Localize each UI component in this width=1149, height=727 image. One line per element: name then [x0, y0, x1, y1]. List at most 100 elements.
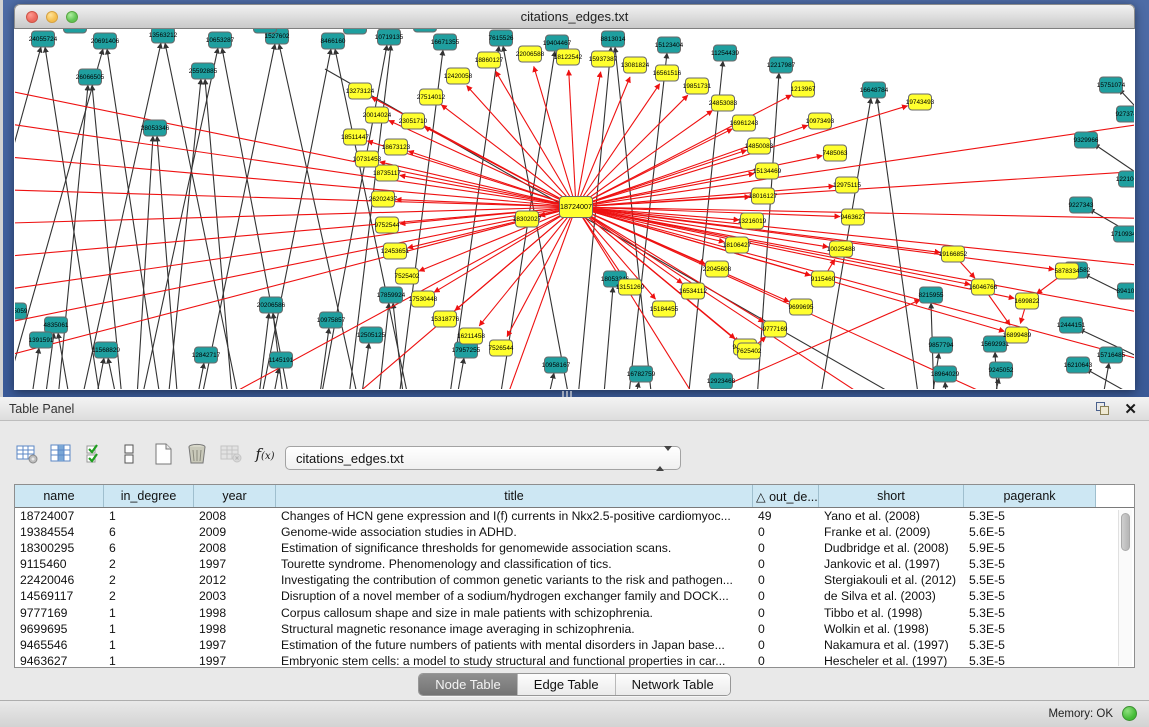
graph-node[interactable]: 13081824	[621, 57, 650, 73]
function-builder-icon[interactable]: f(x)	[248, 439, 282, 469]
graph-node[interactable]: 13216019	[738, 213, 767, 229]
graph-node[interactable]: 16534112	[679, 283, 707, 299]
graph-node[interactable]: 9857794	[929, 337, 954, 353]
table-row[interactable]: 969969511998Structural magnetic resonanc…	[15, 621, 1134, 637]
graph-node[interactable]: 10975857	[317, 312, 346, 328]
graph-node[interactable]: 18673123	[382, 139, 411, 155]
graph-node[interactable]: 19743493	[906, 94, 935, 110]
memory-gc-button[interactable]	[1122, 706, 1137, 721]
graph-node[interactable]: 12453651	[381, 243, 410, 259]
graph-node[interactable]: 16961243	[730, 115, 759, 131]
graph-node[interactable]: 9273744	[1116, 106, 1134, 122]
graph-node[interactable]: 11568829	[92, 342, 120, 358]
graph-node[interactable]: 8215955	[919, 287, 944, 303]
graph-node[interactable]: 18724007	[560, 197, 593, 218]
graph-node[interactable]: 18735117	[373, 165, 401, 181]
graph-node[interactable]: 1391591	[29, 332, 54, 348]
graph-node[interactable]: 15184455	[650, 301, 679, 317]
graph-node[interactable]: 12420058	[444, 68, 473, 84]
graph-node[interactable]: 9115460	[811, 271, 836, 287]
table-row[interactable]: 946362711997Embryonic stem cells: a mode…	[15, 653, 1134, 668]
graph-node[interactable]: 9227343	[1069, 197, 1094, 213]
graph-node[interactable]: 18511447	[341, 129, 369, 145]
graph-node[interactable]: 17859924	[377, 287, 406, 303]
graph-node[interactable]: 14850083	[745, 138, 774, 154]
graph-node[interactable]: 15276021	[341, 29, 370, 34]
graph-node[interactable]: 15123404	[655, 37, 684, 53]
graph-node[interactable]: 17530448	[409, 291, 438, 307]
scrollbar-thumb[interactable]	[1121, 513, 1130, 551]
graph-node[interactable]: 10653287	[206, 32, 235, 48]
graph-node[interactable]: 20014024	[363, 107, 392, 123]
graph-node[interactable]: 24853083	[709, 95, 738, 111]
table-row[interactable]: 946554611997Estimation of the future num…	[15, 637, 1134, 653]
graph-node[interactable]: 19166852	[939, 246, 968, 262]
table-row[interactable]: 2242004622012Investigating the contribut…	[15, 572, 1134, 588]
graph-node[interactable]: 16782759	[627, 366, 656, 382]
graph-node[interactable]: 7615526	[489, 30, 514, 46]
graph-node[interactable]: 7525402	[395, 268, 420, 284]
graph-node[interactable]: 16561516	[653, 65, 682, 81]
tab-edge-table[interactable]: Edge Table	[517, 674, 615, 695]
graph-node[interactable]: 7526544	[489, 340, 514, 356]
delete-table-icon[interactable]	[214, 439, 248, 469]
graph-node[interactable]: 22006588	[516, 46, 545, 62]
graph-node[interactable]: 10958167	[542, 357, 571, 373]
graph-node[interactable]: 9463627	[841, 209, 866, 225]
delete-column-icon[interactable]	[180, 439, 214, 469]
graph-node[interactable]: 15318776	[431, 311, 460, 327]
graph-node[interactable]: 9329966	[1074, 132, 1099, 148]
graph-node[interactable]: 15937387	[589, 51, 618, 67]
column-header-title[interactable]: title	[276, 485, 753, 507]
graph-node[interactable]: 23051710	[399, 113, 428, 129]
graph-node[interactable]: 12975115	[833, 177, 861, 193]
graph-node[interactable]: 15751074	[1097, 77, 1126, 93]
table-row[interactable]: 1938455462009Genome-wide association stu…	[15, 524, 1134, 540]
row-check-icon[interactable]	[78, 439, 112, 469]
graph-node[interactable]: 16211458	[457, 328, 485, 344]
graph-node[interactable]: 10973493	[806, 113, 835, 129]
network-canvas[interactable]: 2405572420691406135632121065328715276028…	[15, 29, 1134, 389]
graph-node[interactable]: 10553287	[251, 29, 280, 33]
graph-node[interactable]: 2605059	[15, 303, 28, 319]
graph-node[interactable]: 22045608	[703, 261, 732, 277]
show-columns-icon[interactable]	[44, 439, 78, 469]
graph-node[interactable]: 15134469	[753, 163, 782, 179]
graph-node[interactable]: 18016127	[749, 188, 778, 204]
graph-node[interactable]: 8466160	[321, 33, 346, 49]
graph-node[interactable]: 7485063	[823, 145, 848, 161]
table-row[interactable]: 1830029562008Estimation of significance …	[15, 540, 1134, 556]
graph-node[interactable]: 13563212	[149, 29, 178, 43]
table-scrollbar[interactable]	[1118, 510, 1132, 666]
graph-node[interactable]: 20206586	[257, 297, 286, 313]
graph-node[interactable]: 4835061	[44, 317, 69, 333]
graph-node[interactable]: 10025488	[827, 241, 856, 257]
table-mode-icon[interactable]	[112, 439, 146, 469]
graph-node[interactable]: 24055724	[29, 31, 58, 47]
column-header-name[interactable]: name	[15, 485, 104, 507]
graph-node[interactable]: 16210643	[1064, 357, 1093, 373]
graph-node[interactable]: 9245052	[989, 362, 1014, 378]
graph-node[interactable]: 17109348	[1111, 226, 1134, 242]
table-select-dropdown[interactable]: citations_edges.txt	[285, 446, 681, 470]
tab-node-table[interactable]: Node Table	[419, 674, 517, 695]
column-header-short[interactable]: short	[819, 485, 964, 507]
graph-node[interactable]: 13273124	[346, 83, 375, 99]
graph-node[interactable]: 12210643	[1116, 171, 1134, 187]
table-row[interactable]: 1872400712008Changes of HCN gene express…	[15, 508, 1134, 524]
graph-node[interactable]: 9699695	[789, 299, 814, 315]
table-row[interactable]: 977716911998Corpus callosum shape and si…	[15, 605, 1134, 621]
graph-node[interactable]: 12842717	[192, 347, 221, 363]
graph-node[interactable]: 16899489	[1003, 327, 1032, 343]
graph-node[interactable]: 12923468	[707, 373, 736, 389]
graph-node[interactable]: 8813014	[601, 31, 626, 47]
graph-node[interactable]: 15716485	[1097, 347, 1126, 363]
graph-node[interactable]: 7625402	[737, 343, 762, 359]
graph-node[interactable]: 18860127	[475, 52, 504, 68]
graph-node[interactable]: 9752544	[375, 217, 400, 233]
graph-node[interactable]: 9777169	[763, 321, 788, 337]
graph-node[interactable]: 1213967	[791, 81, 816, 97]
table-row[interactable]: 1456911722003Disruption of a novel membe…	[15, 588, 1134, 604]
graph-node[interactable]: 16671355	[431, 34, 460, 50]
network-graph[interactable]: 2405572420691406135632121065328715276028…	[15, 29, 1134, 389]
